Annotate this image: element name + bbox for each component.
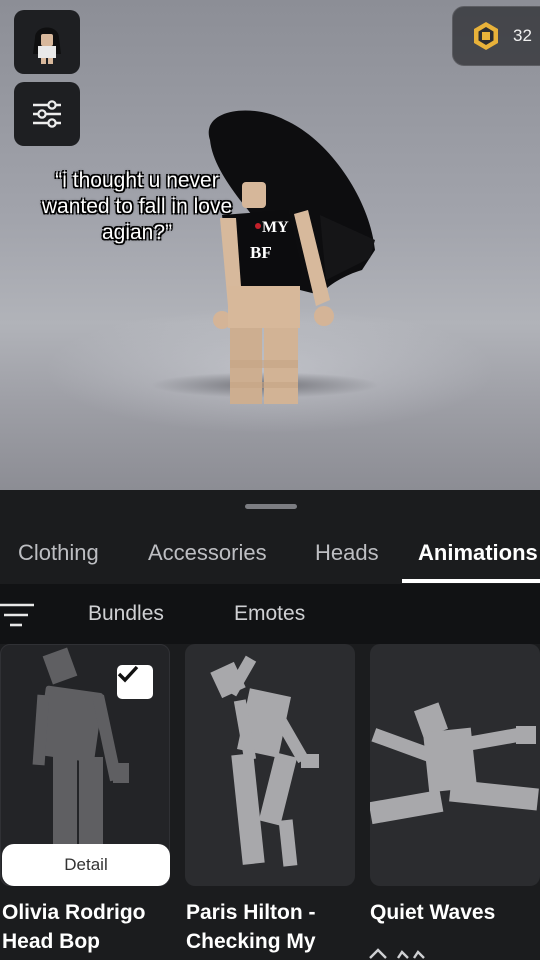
drag-handle[interactable] <box>245 504 297 509</box>
item-title-quiet-waves[interactable]: Quiet Waves <box>370 898 540 927</box>
active-tab-indicator <box>402 579 540 583</box>
robux-icon <box>474 22 498 50</box>
avatar-model[interactable]: MY BF <box>170 110 390 410</box>
item-card-paris-hilton[interactable] <box>185 644 355 886</box>
tab-animations[interactable]: Animations <box>418 540 538 566</box>
checkmark-icon <box>117 665 139 683</box>
item-title-line1: Olivia Rodrigo <box>2 901 146 924</box>
avatar-thumbnail-button[interactable] <box>14 10 80 74</box>
subcategory-bar: Bundles Emotes <box>0 584 540 644</box>
robux-price-icon <box>369 948 425 959</box>
robux-balance[interactable]: 32 <box>452 6 540 66</box>
item-title-paris-hilton[interactable]: Paris Hilton - Checking My <box>186 898 362 956</box>
tab-accessories[interactable]: Accessories <box>148 540 267 566</box>
item-title-line1: Paris Hilton - <box>186 901 316 924</box>
tab-heads[interactable]: Heads <box>315 540 379 566</box>
avatar-viewport[interactable]: MY BF 32 “i thought u never wanted to fa… <box>0 0 540 490</box>
sliders-icon <box>33 100 61 128</box>
shirt-text-top: MY <box>262 219 289 236</box>
selected-checkbox[interactable] <box>117 665 153 699</box>
filter-button[interactable] <box>14 82 80 146</box>
subtab-bundles[interactable]: Bundles <box>88 602 164 626</box>
robux-amount: 32 <box>513 26 532 45</box>
catalog-panel: Clothing Accessories Heads Animations Bu… <box>0 490 540 960</box>
item-card-quiet-waves[interactable] <box>370 644 540 886</box>
subtab-emotes[interactable]: Emotes <box>234 602 305 626</box>
item-title-line1: Quiet Waves <box>370 901 496 924</box>
overlay-caption: “i thought u never wanted to fall in lov… <box>41 169 233 244</box>
emote-thumbnail <box>210 655 319 867</box>
emote-thumbnail <box>370 702 539 825</box>
detail-button[interactable]: Detail <box>2 844 170 886</box>
category-tabs: Clothing Accessories Heads Animations <box>0 526 540 584</box>
item-title-olivia-rodrigo[interactable]: Olivia Rodrigo Head Bop <box>2 898 178 956</box>
shirt-text-bottom: BF <box>250 243 272 262</box>
item-title-line2: Checking My <box>186 930 316 953</box>
avatar-thumbnail-icon <box>33 27 61 64</box>
item-title-line2: Head Bop <box>2 930 101 953</box>
tab-clothing[interactable]: Clothing <box>18 540 99 566</box>
sort-lines-icon[interactable] <box>0 602 36 628</box>
